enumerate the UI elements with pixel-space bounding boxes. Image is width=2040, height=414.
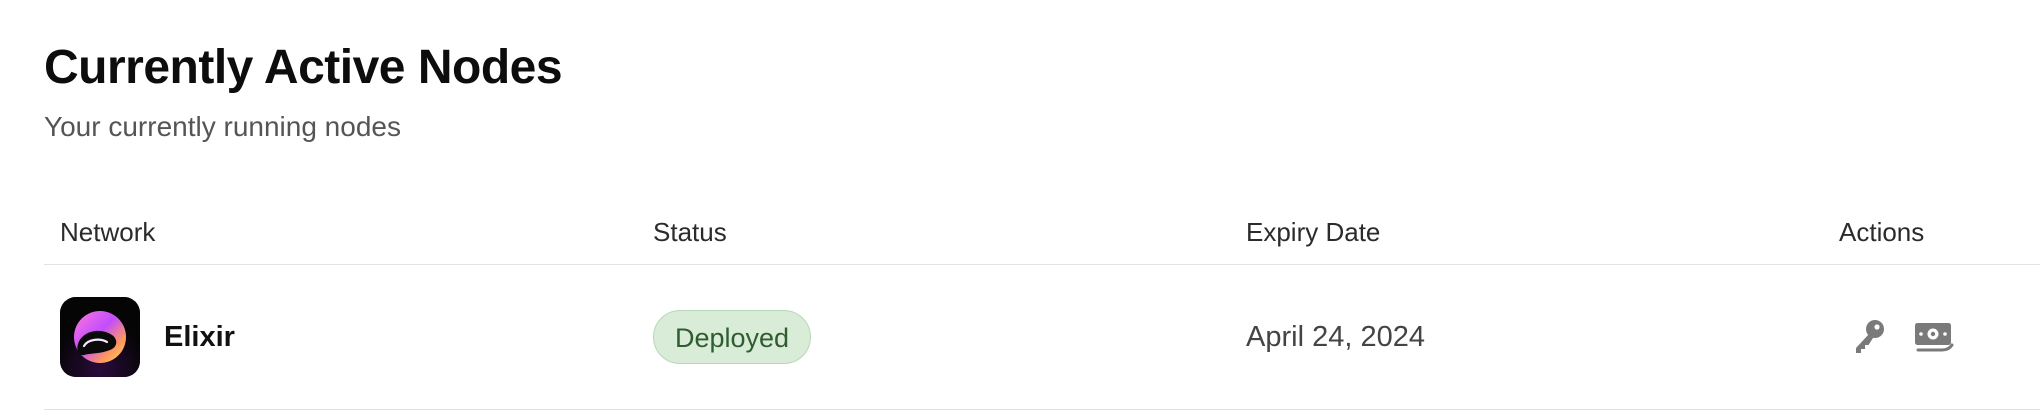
column-header-status: Status — [653, 217, 727, 247]
expiry-date: April 24, 2024 — [1246, 321, 1425, 353]
nodes-table: Network Status Expiry Date Actions Elixi… — [44, 196, 2040, 410]
column-header-network: Network — [60, 217, 156, 247]
page-subtitle: Your currently running nodes — [44, 111, 401, 142]
table-header: Network Status Expiry Date Actions — [44, 196, 2040, 265]
network-name: Elixir — [164, 321, 235, 353]
money-icon[interactable] — [1912, 315, 1956, 359]
table-row: Elixir Deployed April 24, 2024 — [44, 265, 2040, 410]
page-title: Currently Active Nodes — [44, 41, 563, 94]
active-nodes-panel: Currently Active Nodes Your currently ru… — [0, 0, 2040, 414]
column-header-expiry-date: Expiry Date — [1246, 217, 1381, 247]
column-header-actions: Actions — [1839, 217, 1925, 247]
elixir-logo-icon — [60, 297, 140, 377]
key-icon[interactable] — [1846, 315, 1890, 359]
status-badge: Deployed — [653, 310, 812, 364]
